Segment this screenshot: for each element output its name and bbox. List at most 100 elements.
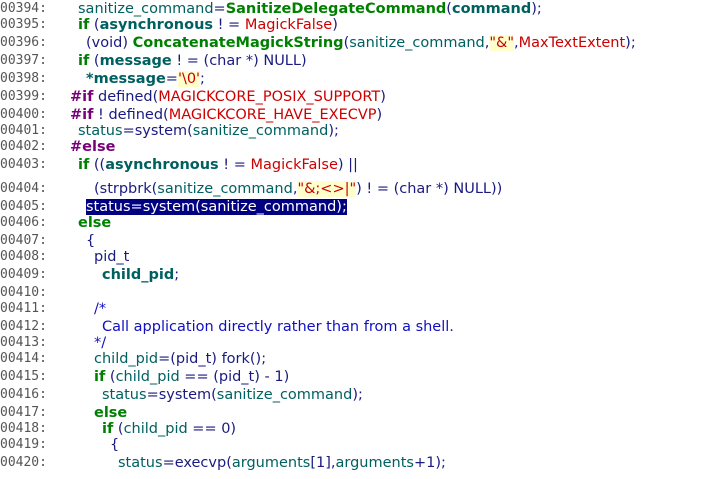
code-token: =execvp(: [162, 455, 232, 471]
code-text: status=system(sanitize_command);: [102, 386, 363, 404]
line-number: 00409:: [0, 267, 47, 282]
code-token: ConcatenateMagickString: [132, 35, 344, 51]
code-token: ): [380, 89, 386, 105]
code-text: #if defined(MAGICKCORE_POSIX_SUPPORT): [70, 88, 386, 106]
code-token: Call application directly rather than fr…: [102, 319, 454, 335]
code-token: sanitize_command: [192, 123, 329, 139]
code-token: status: [78, 123, 123, 139]
code-token: "&;<>|": [297, 181, 357, 197]
code-token: =system(: [146, 387, 217, 403]
code-token: child_pid: [94, 351, 159, 367]
code-token: );: [531, 1, 542, 17]
code-token: );: [328, 123, 339, 139]
code-token: {: [110, 437, 120, 453]
code-token: ! =: [218, 157, 251, 173]
code-text: pid_t: [94, 248, 129, 266]
code-token: ! =: [213, 17, 245, 33]
code-text: (void) ConcatenateMagickString(sanitize_…: [86, 34, 636, 52]
code-token: #if: [70, 107, 94, 123]
code-token: /*: [94, 301, 107, 317]
code-token: arguments: [335, 455, 414, 471]
code-token: {: [86, 233, 96, 249]
code-token: else: [78, 215, 112, 231]
code-text: status=execvp(arguments[1],arguments+1);: [118, 454, 446, 472]
code-token: child_pid: [123, 421, 188, 437]
line-number: 00415:: [0, 369, 47, 384]
code-token: else: [94, 405, 128, 421]
code-token: #if: [70, 89, 94, 105]
code-token: (: [89, 17, 100, 33]
code-token: ) ||: [337, 157, 358, 173]
code-token: child_pid: [102, 267, 175, 283]
code-text: #else: [70, 138, 115, 156]
code-token: =: [213, 1, 226, 17]
code-token: +1);: [413, 455, 446, 471]
code-token: '\0': [177, 71, 201, 87]
code-token: == (pid_t) - 1): [179, 369, 290, 385]
code-token: (: [113, 421, 124, 437]
code-text: {: [110, 436, 119, 454]
code-token: if: [78, 53, 90, 69]
code-token: (void): [86, 35, 133, 51]
code-token: status: [118, 455, 163, 471]
code-token: MagickFalse: [250, 157, 338, 173]
code-token: MAGICKCORE_POSIX_SUPPORT: [158, 89, 381, 105]
code-text: child_pid=(pid_t) fork();: [94, 350, 266, 368]
code-token: defined(: [93, 89, 159, 105]
code-token: MagickFalse: [244, 17, 333, 33]
line-number: 00402:: [0, 139, 47, 154]
line-number: 00403:: [0, 157, 47, 172]
code-text: child_pid;: [102, 266, 179, 284]
code-token: if: [78, 17, 90, 33]
code-token: child_pid: [115, 369, 180, 385]
line-number: 00395:: [0, 17, 47, 32]
line-number: 00398:: [0, 71, 47, 86]
code-token: =: [165, 71, 178, 87]
code-token: status: [102, 387, 147, 403]
code-text: *message='\0';: [86, 70, 205, 88]
selected-code: status=system(sanitize_command);: [86, 199, 347, 215]
code-text: if (asynchronous ! = MagickFalse): [78, 16, 338, 34]
code-token: =system(: [122, 123, 193, 139]
code-text: status=system(sanitize_command);: [78, 122, 339, 140]
code-text: if (child_pid == (pid_t) - 1): [94, 368, 289, 386]
code-token: ) ! = (char *) NULL)): [356, 181, 503, 197]
code-token: ! = (char *) NULL): [171, 53, 307, 69]
line-number: 00419:: [0, 437, 47, 452]
code-token: asynchronous: [105, 157, 219, 173]
code-token: == 0): [187, 421, 237, 437]
code-token: ): [332, 17, 338, 33]
line-number: 00408:: [0, 249, 47, 264]
line-number: 00404:: [0, 181, 47, 196]
code-text: Call application directly rather than fr…: [102, 318, 454, 336]
line-number: 00406:: [0, 215, 47, 230]
code-text: (strpbrk(sanitize_command,"&;<>|") ! = (…: [94, 180, 502, 198]
code-text: if ((asynchronous ! = MagickFalse) ||: [78, 156, 358, 174]
line-number: 00414:: [0, 351, 47, 366]
code-token: (: [105, 369, 116, 385]
code-token: );: [625, 35, 636, 51]
code-token: ((: [89, 157, 106, 173]
code-text: status=system(sanitize_command);: [86, 198, 347, 216]
line-number: 00411:: [0, 301, 47, 316]
code-token: */: [94, 335, 107, 351]
code-token: sanitize_command: [216, 387, 353, 403]
code-token: =(pid_t) fork();: [158, 351, 267, 367]
code-viewer: 00394: sanitize_command=SanitizeDelegateC…: [0, 0, 724, 479]
code-token: arguments: [231, 455, 311, 471]
code-token: pid_t: [94, 249, 130, 265]
code-token: sanitize_command: [349, 35, 485, 51]
code-token: SanitizeDelegateCommand: [225, 1, 447, 17]
code-text: else: [78, 214, 111, 232]
code-token: );: [352, 387, 363, 403]
code-text: /*: [94, 300, 106, 318]
code-token: ): [376, 107, 383, 123]
line-number: 00416:: [0, 387, 47, 402]
code-token: asynchronous: [99, 17, 214, 33]
code-token: ;: [174, 267, 180, 283]
code-token: if: [102, 421, 114, 437]
code-token: if: [78, 157, 90, 173]
code-token: [1],: [310, 455, 336, 471]
code-token: command: [451, 1, 532, 17]
code-token: MAGICKCORE_HAVE_EXECVP: [168, 107, 377, 123]
